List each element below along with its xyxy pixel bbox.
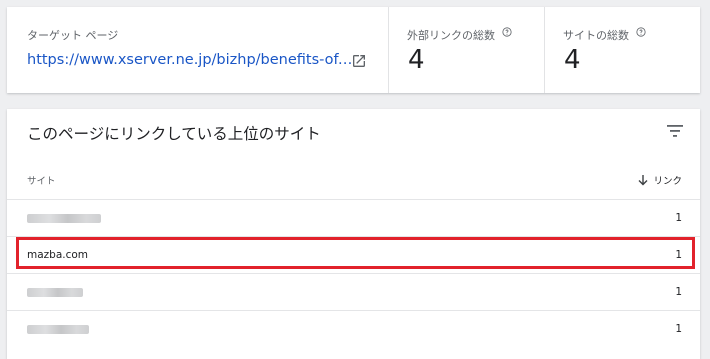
arrow-down-icon (638, 175, 648, 186)
blurred-site (27, 288, 83, 297)
link-count: 1 (675, 323, 682, 335)
top-linking-sites-card: このページにリンクしている上位のサイト サイト リンク 1 mazba.com … (7, 109, 700, 359)
table-row[interactable]: 1 (7, 273, 700, 311)
summary-card: ターゲット ページ https://www.xserver.ne.jp/bizh… (7, 7, 700, 93)
open-in-new-icon[interactable] (351, 53, 367, 69)
external-links-label: 外部リンクの総数 (407, 29, 495, 42)
column-header-links-label: リンク (653, 176, 682, 187)
link-count: 1 (675, 212, 682, 224)
external-links-value: 4 (408, 45, 425, 75)
highlight-box (16, 237, 695, 269)
total-sites-value: 4 (564, 45, 581, 75)
external-links-cell: 外部リンクの総数 4 (388, 7, 545, 93)
section-title: このページにリンクしている上位のサイト (27, 125, 321, 143)
help-icon[interactable] (501, 27, 512, 37)
blurred-site (27, 214, 101, 223)
table-row[interactable]: 1 (7, 310, 700, 348)
target-page-label: ターゲット ページ (27, 29, 119, 42)
filter-icon[interactable] (667, 125, 683, 137)
column-header-site[interactable]: サイト (27, 173, 56, 187)
blurred-site (27, 325, 89, 334)
column-header-links[interactable]: リンク (638, 173, 682, 187)
target-url-link[interactable]: https://www.xserver.ne.jp/bizhp/benefits… (27, 52, 357, 68)
total-sites-cell: サイトの総数 4 (544, 7, 701, 93)
target-page-cell: ターゲット ページ https://www.xserver.ne.jp/bizh… (7, 7, 388, 93)
total-sites-label: サイトの総数 (563, 29, 629, 42)
table-row[interactable]: 1 (7, 199, 700, 237)
help-icon[interactable] (635, 27, 646, 37)
link-count: 1 (675, 286, 682, 298)
